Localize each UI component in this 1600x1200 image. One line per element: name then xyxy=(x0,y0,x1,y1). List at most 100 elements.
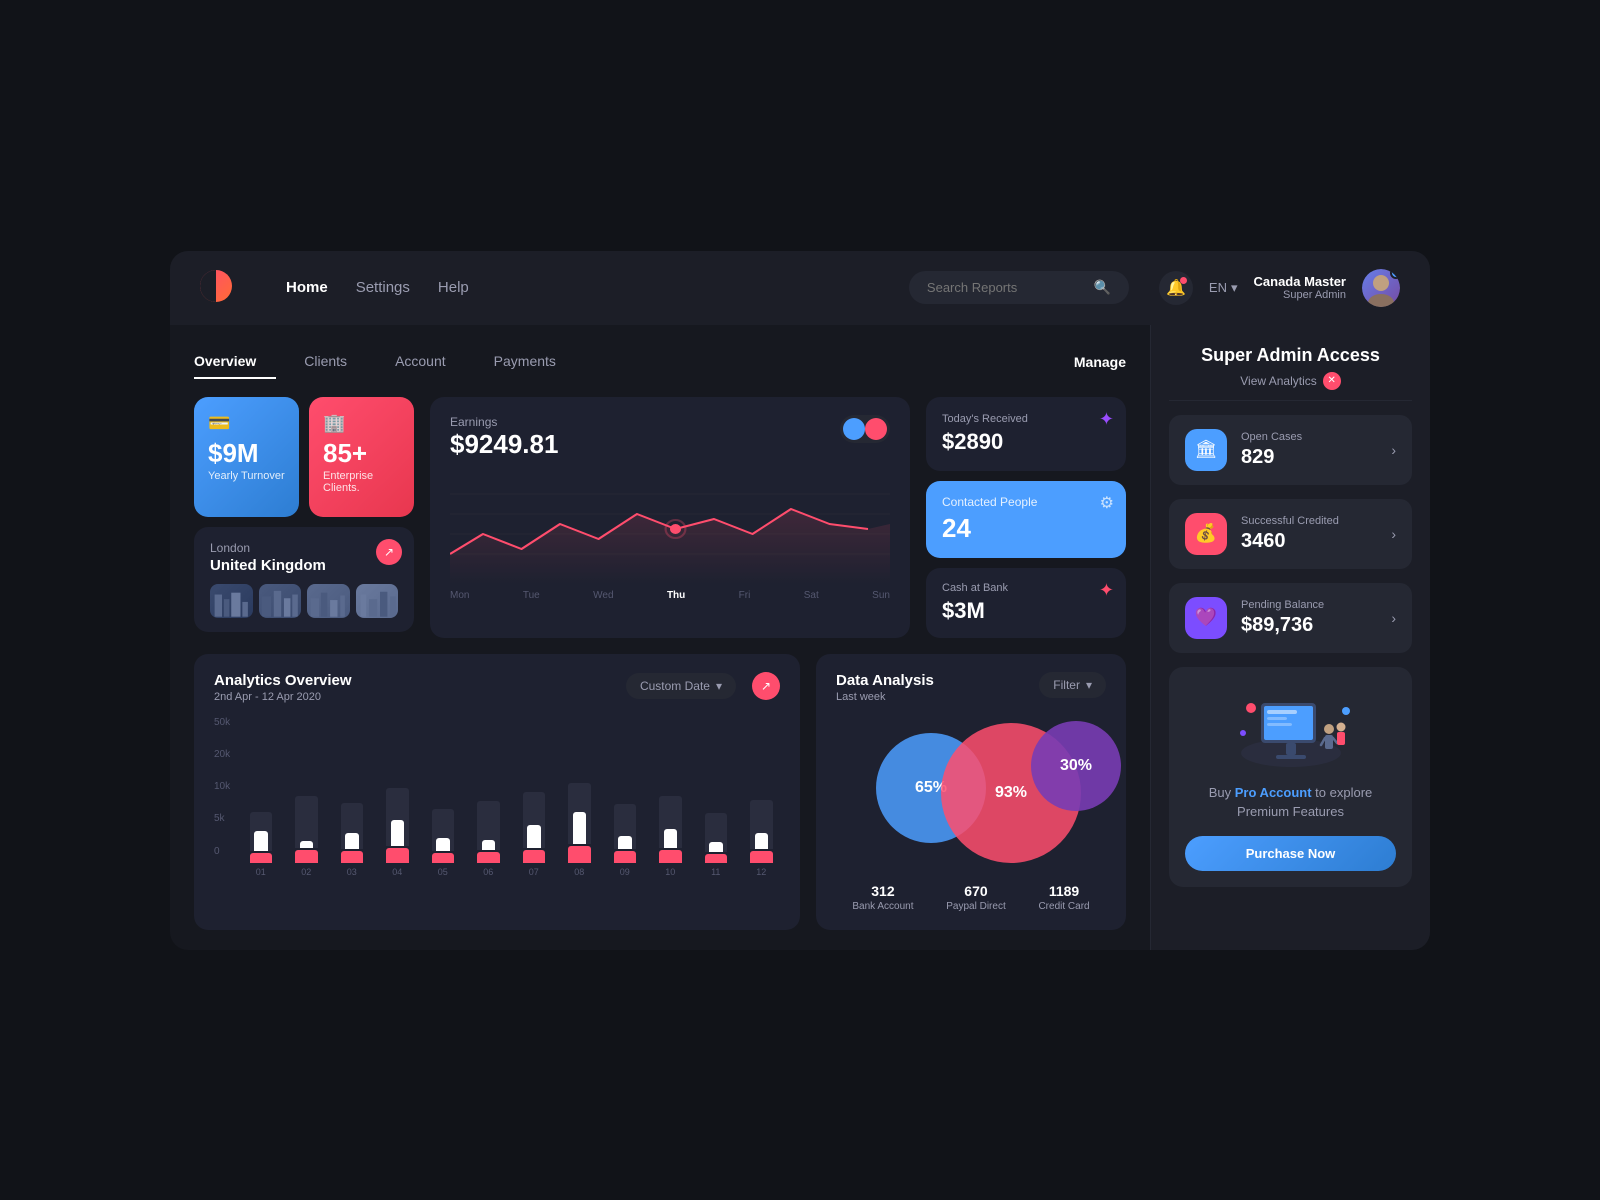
tab-overview[interactable]: Overview xyxy=(194,345,276,379)
bar-group: 12 xyxy=(743,723,781,877)
bar-wrap xyxy=(242,723,280,863)
bar-wrap xyxy=(333,723,371,863)
filter-button[interactable]: Filter ▾ xyxy=(1039,672,1106,698)
bar-group: 11 xyxy=(697,723,735,877)
stat-credit: 1189 Credit Card xyxy=(1038,883,1089,912)
tab-payments[interactable]: Payments xyxy=(474,345,576,379)
bar-x-label: 09 xyxy=(620,867,630,877)
search-icon: 🔍 xyxy=(1093,279,1110,296)
bar-wrap xyxy=(424,723,462,863)
bar-white xyxy=(709,842,723,852)
chart-day-mon: Mon xyxy=(450,590,469,601)
location-country: United Kingdom xyxy=(210,557,398,574)
bar-group: 05 xyxy=(424,723,462,877)
bar-x-label: 01 xyxy=(256,867,266,877)
tab-account[interactable]: Account xyxy=(375,345,466,379)
nav-settings[interactable]: Settings xyxy=(356,275,410,300)
open-cases-value: 829 xyxy=(1241,446,1377,469)
data-header: Data Analysis Last week Filter ▾ xyxy=(836,672,1106,703)
data-analysis-card: Data Analysis Last week Filter ▾ 65% xyxy=(816,654,1126,930)
pending-value: $89,736 xyxy=(1241,614,1377,637)
chevron-right-icon: › xyxy=(1391,442,1396,458)
bar-dark xyxy=(432,809,455,851)
bar-wrap xyxy=(652,723,690,863)
bar-group: 01 xyxy=(242,723,280,877)
y-label-20k: 20k xyxy=(214,749,230,760)
credited-row[interactable]: 💰 Successful Credited 3460 › xyxy=(1169,499,1412,569)
location-badge[interactable]: ↗ xyxy=(376,539,402,565)
clients-label: Enterprise Clients. xyxy=(323,470,400,494)
bar-white xyxy=(618,836,632,849)
received-card: Today's Received $2890 ✦ Contacted Peopl… xyxy=(926,397,1126,638)
avatar[interactable] xyxy=(1362,269,1400,307)
bar-group: 10 xyxy=(652,723,690,877)
bar-white xyxy=(300,841,314,848)
main-nav: Home Settings Help xyxy=(286,275,879,300)
view-analytics-link[interactable]: View Analytics ✕ xyxy=(1240,372,1340,390)
open-cases-row[interactable]: 🏛 Open Cases 829 › xyxy=(1169,415,1412,485)
chevron-down-icon: ▾ xyxy=(1231,280,1238,296)
credited-info: Successful Credited 3460 xyxy=(1241,515,1377,553)
chart-toggle[interactable] xyxy=(840,415,890,443)
bottom-row: Analytics Overview 2nd Apr - 12 Apr 2020… xyxy=(194,654,1126,930)
search-bar[interactable]: 🔍 xyxy=(909,271,1129,304)
bar-red xyxy=(341,851,364,863)
chevron-right-icon: › xyxy=(1391,526,1396,542)
tab-clients[interactable]: Clients xyxy=(284,345,367,379)
bar-x-label: 06 xyxy=(483,867,493,877)
city-thumb-1 xyxy=(210,584,253,618)
chart-day-thu: Thu xyxy=(667,590,685,601)
analytics-title: Analytics Overview xyxy=(214,672,352,689)
gear-icon[interactable]: ⚙ xyxy=(1100,493,1114,513)
right-sidebar: Super Admin Access View Analytics ✕ 🏛 Op… xyxy=(1150,325,1430,950)
search-input[interactable] xyxy=(927,280,1084,295)
analytics-info: Analytics Overview 2nd Apr - 12 Apr 2020 xyxy=(214,672,352,703)
custom-date-button[interactable]: Custom Date ▾ xyxy=(626,673,736,699)
bar-group: 02 xyxy=(288,723,326,877)
bar-red xyxy=(705,854,728,862)
notification-dot xyxy=(1180,277,1187,284)
bar-red xyxy=(523,850,546,863)
city-thumb-4 xyxy=(356,584,399,618)
bar-wrap xyxy=(606,723,644,863)
chart-day-wed: Wed xyxy=(593,590,613,601)
language-selector[interactable]: EN ▾ xyxy=(1209,280,1238,296)
stat-credit-label: Credit Card xyxy=(1038,901,1089,912)
y-label-10k: 10k xyxy=(214,781,230,792)
city-thumb-2 xyxy=(259,584,302,618)
bar-wrap xyxy=(379,723,417,863)
chevron-right-icon: › xyxy=(1391,610,1396,626)
bar-red xyxy=(386,848,409,862)
notification-button[interactable]: 🔔 xyxy=(1159,271,1193,305)
y-axis-labels: 50k 20k 10k 5k 0 xyxy=(214,717,230,857)
received-label: Today's Received xyxy=(942,413,1110,425)
toggle-red[interactable] xyxy=(865,418,887,440)
nav-home[interactable]: Home xyxy=(286,275,328,300)
toggle-blue[interactable] xyxy=(843,418,865,440)
add-received-icon[interactable]: ✦ xyxy=(1099,409,1114,430)
add-cash-icon[interactable]: ✦ xyxy=(1099,580,1114,601)
pending-balance-row[interactable]: 💜 Pending Balance $89,736 › xyxy=(1169,583,1412,653)
bar-group: 08 xyxy=(561,723,599,877)
analytics-expand-button[interactable]: ↗ xyxy=(752,672,780,700)
open-cases-icon: 🏛 xyxy=(1185,429,1227,471)
bar-white xyxy=(527,825,541,848)
chart-day-sun: Sun xyxy=(872,590,890,601)
purchase-now-button[interactable]: Purchase Now xyxy=(1185,836,1396,871)
bar-wrap xyxy=(697,723,735,863)
admin-title: Super Admin Access xyxy=(1169,345,1412,366)
manage-button[interactable]: Manage xyxy=(1074,354,1126,370)
promo-highlight: Pro Account xyxy=(1235,785,1312,800)
bar-red xyxy=(568,846,591,862)
turnover-label: Yearly Turnover xyxy=(208,470,285,482)
bar-x-label: 02 xyxy=(301,867,311,877)
credited-label: Successful Credited xyxy=(1241,515,1377,527)
top-row: 💳 $9M Yearly Turnover 🏢 85+ Enterprise C… xyxy=(194,397,1126,638)
bar-red xyxy=(295,850,318,863)
nav-help[interactable]: Help xyxy=(438,275,469,300)
turnover-value: $9M xyxy=(208,440,285,466)
stat-paypal-label: Paypal Direct xyxy=(946,901,1005,912)
bar-x-label: 10 xyxy=(665,867,675,877)
bar-wrap xyxy=(288,723,326,863)
bar-dark xyxy=(659,796,682,848)
